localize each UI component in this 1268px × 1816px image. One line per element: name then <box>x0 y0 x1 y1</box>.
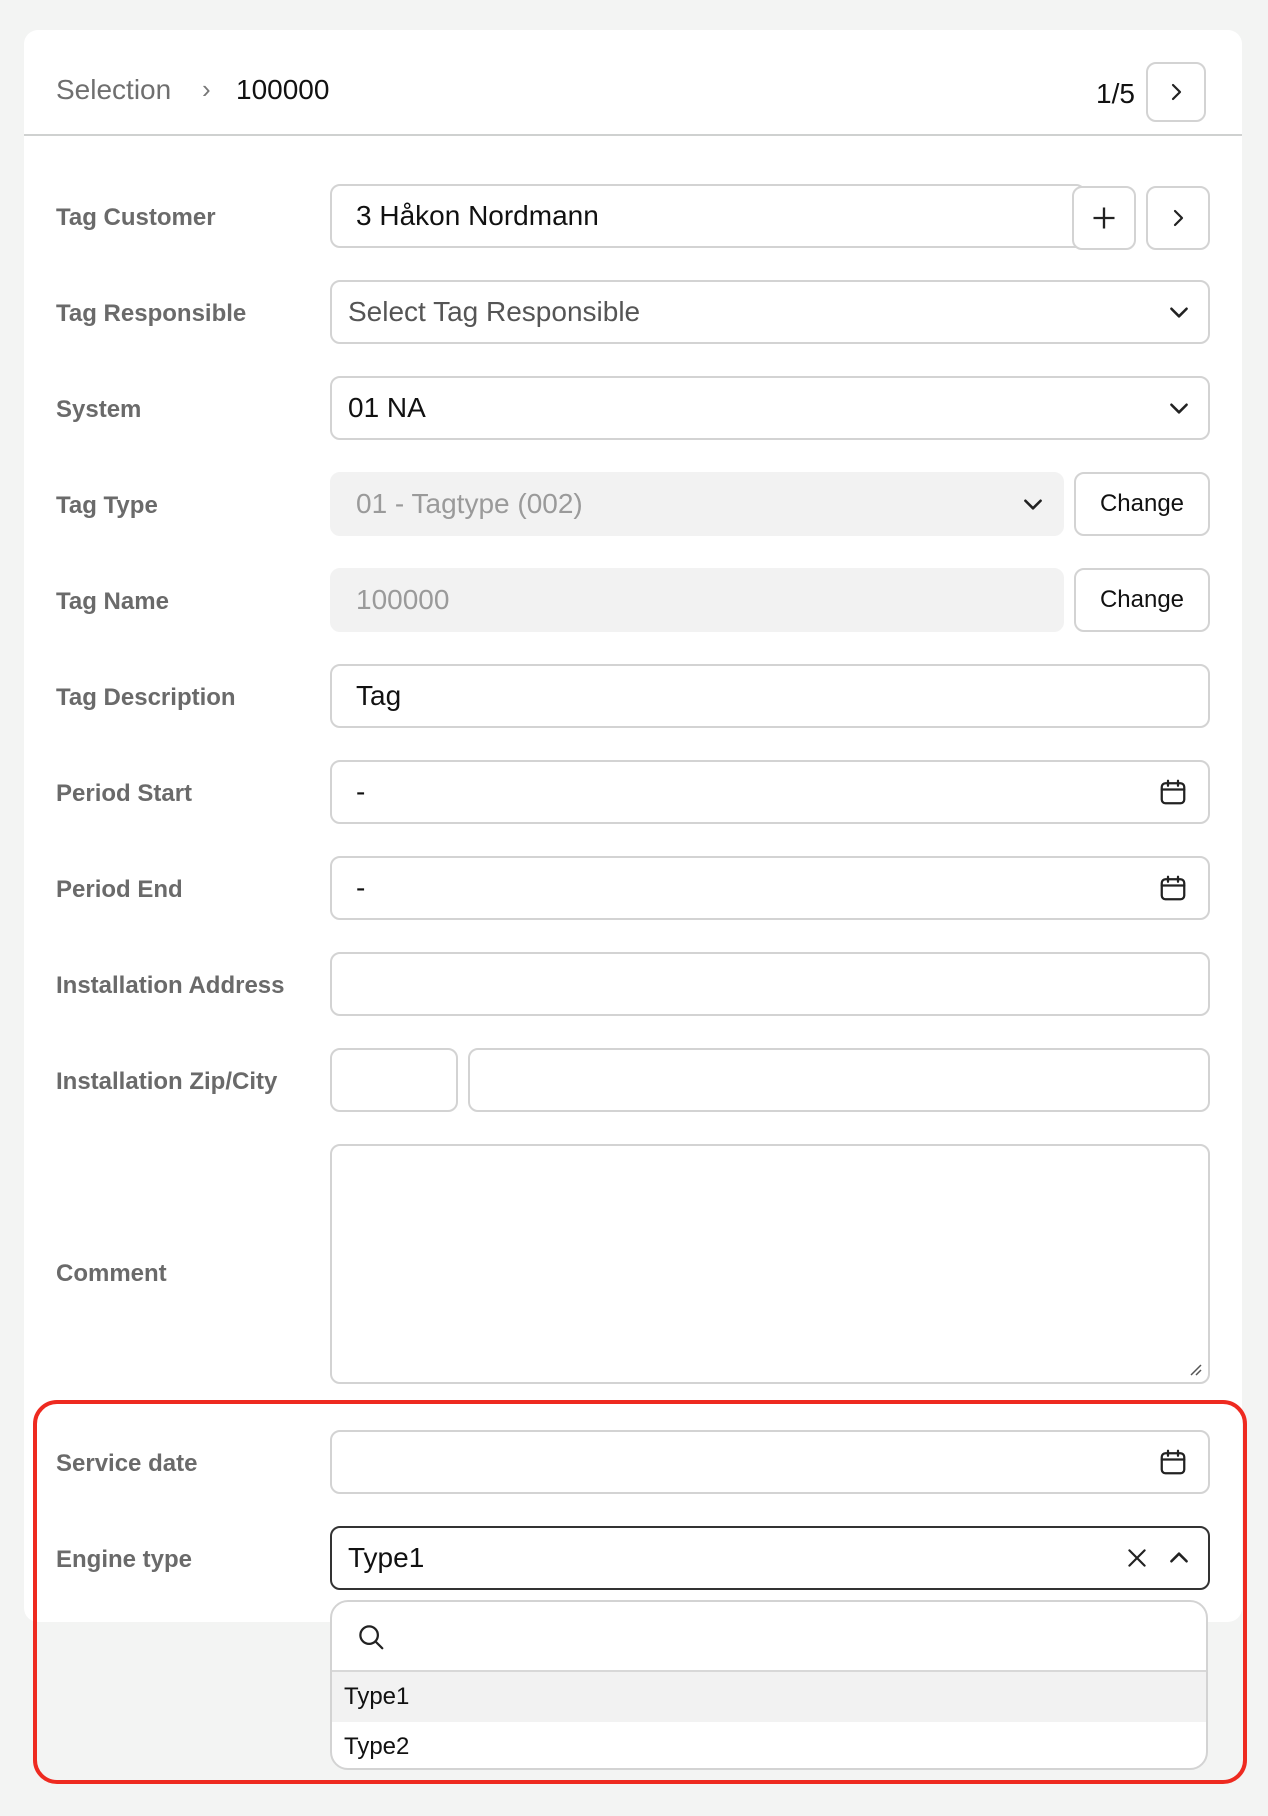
tag-customer-value: 3 Håkon Nordmann <box>356 200 599 231</box>
installation-address-label: Installation Address <box>56 972 285 999</box>
period-end-label: Period End <box>56 876 183 903</box>
tag-name-value: 100000 <box>356 584 450 615</box>
tag-type-label: Tag Type <box>56 492 158 519</box>
chevron-down-icon <box>1170 307 1188 318</box>
calendar-icon[interactable] <box>1158 1447 1188 1477</box>
change-tag-type-button[interactable]: Change <box>1074 472 1210 536</box>
calendar-icon[interactable] <box>1158 777 1188 807</box>
system-value: 01 NA <box>348 392 426 423</box>
service-date-label: Service date <box>56 1450 198 1477</box>
tag-responsible-label: Tag Responsible <box>56 300 247 327</box>
system-label: System <box>56 396 142 423</box>
breadcrumb-current: 100000 <box>236 74 330 105</box>
change-tag-name-button[interactable]: Change <box>1074 568 1210 632</box>
chevron-up-icon[interactable] <box>1166 1545 1192 1571</box>
tag-type-value: 01 - Tagtype (002) <box>356 488 583 519</box>
period-end-value: - <box>356 872 366 903</box>
breadcrumb-separator: › <box>202 74 211 104</box>
dropdown-option-type1[interactable]: Type1 <box>332 1672 1206 1722</box>
tag-name-label: Tag Name <box>56 588 169 615</box>
service-date-input[interactable] <box>330 1430 1210 1494</box>
pager-indicator: 1/5 <box>1096 78 1135 109</box>
period-start-value: - <box>356 776 366 807</box>
installation-address-input[interactable] <box>330 952 1210 1016</box>
engine-type-label: Engine type <box>56 1546 193 1573</box>
dropdown-option-type2[interactable]: Type2 <box>332 1722 1206 1768</box>
installation-zip-city-label: Installation Zip/City <box>56 1068 278 1095</box>
plus-icon <box>1093 207 1115 229</box>
resize-grabber-icon[interactable] <box>1186 1360 1202 1376</box>
calendar-icon[interactable] <box>1158 873 1188 903</box>
search-icon <box>359 1625 384 1650</box>
tag-description-label: Tag Description <box>56 684 236 711</box>
dropdown-search-input[interactable] <box>332 1602 1206 1672</box>
chevron-down-icon <box>1024 499 1042 510</box>
tag-customer-label: Tag Customer <box>56 204 216 231</box>
close-icon[interactable] <box>1124 1545 1150 1571</box>
engine-type-value: Type1 <box>348 1542 425 1573</box>
chevron-right-icon <box>1173 209 1184 227</box>
card-header: Selection › 100000 1/5 <box>24 30 1242 136</box>
tag-description-value: Tag <box>356 680 402 711</box>
installation-city-input[interactable] <box>468 1048 1210 1112</box>
chevron-down-icon <box>1170 403 1188 414</box>
period-start-label: Period Start <box>56 780 193 807</box>
next-record-button[interactable] <box>1146 62 1206 122</box>
installation-zip-input[interactable] <box>330 1048 458 1112</box>
tag-form-card: Selection › 100000 1/5 Tag Customer 3 Hå… <box>24 30 1242 1622</box>
system-select[interactable]: 01 NA <box>330 376 1210 440</box>
tag-customer-field[interactable]: 3 Håkon Nordmann <box>330 184 1086 248</box>
tag-name-field: 100000 <box>330 568 1064 632</box>
tag-responsible-placeholder: Select Tag Responsible <box>348 296 641 327</box>
engine-type-select[interactable]: Type1 <box>330 1526 1210 1590</box>
tag-description-input[interactable]: Tag <box>330 664 1210 728</box>
comment-textarea[interactable] <box>330 1144 1210 1384</box>
add-customer-button[interactable] <box>1072 186 1136 250</box>
engine-type-dropdown: Type1 Type2 <box>330 1600 1208 1770</box>
period-start-input[interactable]: - <box>330 760 1210 824</box>
period-end-input[interactable]: - <box>330 856 1210 920</box>
open-customer-button[interactable] <box>1146 186 1210 250</box>
breadcrumb-selection[interactable]: Selection <box>56 74 171 106</box>
tag-type-select: 01 - Tagtype (002) <box>330 472 1064 536</box>
comment-label: Comment <box>56 1260 167 1287</box>
chevron-right-icon <box>1171 83 1182 101</box>
tag-responsible-select[interactable]: Select Tag Responsible <box>330 280 1210 344</box>
